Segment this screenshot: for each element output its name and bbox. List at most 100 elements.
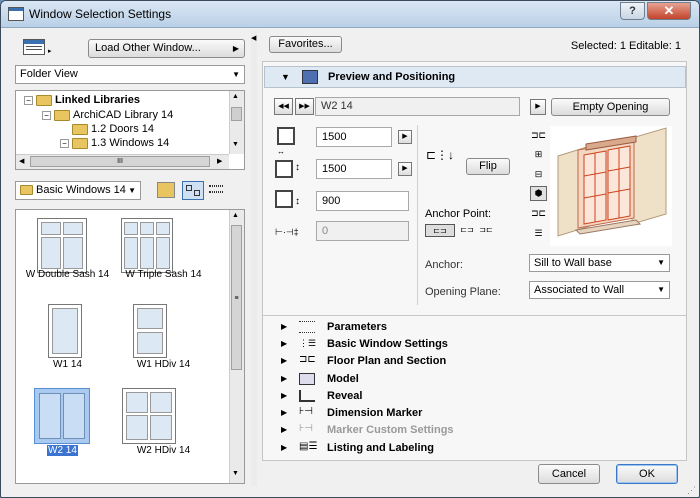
width-input[interactable]: 1500: [316, 127, 392, 147]
window-3d-preview-image: [557, 127, 667, 237]
view-side-icon[interactable]: ⊐⊏: [530, 206, 547, 221]
preview-section-header[interactable]: ▼ Preview and Positioning: [264, 66, 686, 88]
window-preview-image: [34, 388, 90, 444]
expand-arrow-icon[interactable]: ▶: [281, 440, 287, 456]
help-button[interactable]: ?: [620, 2, 645, 20]
list-view-icon[interactable]: [207, 182, 225, 199]
section-label: Basic Window Settings: [327, 338, 448, 350]
scroll-thumb[interactable]: ≡: [231, 225, 242, 370]
section-parameters[interactable]: ▶ Parameters: [263, 319, 687, 335]
section-marker-custom-settings[interactable]: ▶ ⊦⊣ Marker Custom Settings: [263, 422, 687, 438]
height-input[interactable]: 1500: [316, 159, 392, 179]
next-item-button[interactable]: ▶▶: [295, 98, 314, 115]
opening-plane-select[interactable]: Associated to Wall ▼: [529, 281, 670, 299]
ok-button[interactable]: OK: [616, 464, 678, 484]
thumbnail-item[interactable]: W Triple Sash 14: [116, 214, 211, 294]
tree-item[interactable]: − ArchiCAD Library 14: [42, 108, 173, 122]
tree-vertical-scrollbar[interactable]: ▲ ▼: [229, 91, 244, 154]
collapse-icon[interactable]: −: [60, 138, 69, 148]
view-elevation-icon[interactable]: ⊟: [530, 167, 547, 182]
section-dimension-marker[interactable]: ▶ ⊦⊣ Dimension Marker: [263, 405, 687, 421]
collapse-arrow-icon[interactable]: ▼: [281, 72, 290, 82]
scroll-left-icon[interactable]: ◀: [19, 157, 24, 165]
section-label: Dimension Marker: [327, 407, 423, 419]
chevron-down-icon: ▼: [657, 285, 665, 294]
app-icon: [8, 7, 24, 21]
empty-opening-button[interactable]: Empty Opening: [551, 98, 670, 116]
section-listing-labeling[interactable]: ▶ ▤☰ Listing and Labeling: [263, 440, 687, 456]
scroll-down-icon[interactable]: ▼: [232, 141, 239, 148]
favorites-button[interactable]: Favorites...: [269, 36, 342, 53]
thumbnail-view-icon[interactable]: [182, 181, 204, 200]
opening-plane-value: Associated to Wall: [534, 284, 625, 296]
thumbnail-scrollbar[interactable]: ▲ ≡ ▼: [229, 210, 244, 483]
width-icon: ↔: [275, 125, 299, 156]
expand-arrow-icon[interactable]: ▶: [281, 422, 287, 438]
scroll-down-icon[interactable]: ▼: [232, 470, 239, 477]
collapse-panel-icon[interactable]: ◀: [251, 34, 256, 42]
height-link-icon[interactable]: ▶: [398, 162, 412, 176]
thumbnail-item-selected[interactable]: W2 14: [20, 386, 115, 466]
previous-item-button[interactable]: ◀◀: [274, 98, 293, 115]
window-preview-image: [37, 218, 87, 273]
close-button[interactable]: ✕: [647, 2, 691, 20]
collapse-icon[interactable]: −: [42, 110, 51, 120]
window-title: Window Selection Settings: [29, 7, 172, 21]
panel-splitter[interactable]: ◀: [251, 31, 257, 486]
thumbnail-item[interactable]: W Double Sash 14: [20, 214, 115, 294]
scroll-thumb[interactable]: III: [30, 156, 210, 167]
folder-view-select[interactable]: Folder View ▼: [15, 65, 245, 84]
view-3d-icon[interactable]: ⬢: [530, 186, 547, 201]
window-preview-image: [48, 304, 82, 358]
scroll-up-icon[interactable]: ▲: [232, 212, 239, 219]
section-reveal[interactable]: ▶ Reveal: [263, 388, 687, 404]
tree-horizontal-scrollbar[interactable]: ◀ III ▶: [16, 154, 229, 169]
width-link-icon[interactable]: ▶: [398, 130, 412, 144]
flip-button[interactable]: Flip: [466, 158, 510, 175]
expand-arrow-icon[interactable]: ▶: [281, 353, 287, 369]
folder-up-icon[interactable]: [157, 182, 175, 198]
thumbnail-list[interactable]: W Double Sash 14 W Triple Sash 14 W1 14: [15, 209, 245, 484]
window-preview-image: [122, 388, 176, 444]
section-basic-window-settings[interactable]: ▶ ⋮☰ Basic Window Settings: [263, 336, 687, 352]
thumbnail-item[interactable]: W1 14: [20, 302, 115, 382]
basic-settings-icon: ⋮☰: [299, 338, 317, 348]
expand-arrow-icon[interactable]: ▶: [281, 405, 287, 421]
resize-grip-icon[interactable]: ⋰: [687, 485, 696, 496]
view-mode-icon[interactable]: [23, 39, 45, 55]
section-model[interactable]: ▶ Model: [263, 371, 687, 387]
view-section-icon[interactable]: ⊞: [530, 147, 547, 162]
scroll-thumb[interactable]: [231, 107, 242, 121]
tree-item[interactable]: − 1.3 Windows 14: [60, 136, 169, 150]
tree-item[interactable]: +1.2 Doors 14: [60, 122, 154, 136]
floor-plan-icon: ⊐⊏: [299, 354, 316, 365]
expand-arrow-icon[interactable]: ▶: [281, 388, 287, 404]
anchor-select[interactable]: Sill to Wall base ▼: [529, 254, 670, 272]
thumbnail-label: W Double Sash 14: [25, 269, 110, 280]
anchor-center-icon[interactable]: ⊏⊐: [459, 224, 475, 237]
object-menu-icon[interactable]: ▶: [530, 99, 546, 115]
view-mode-chevron-icon[interactable]: ▸: [48, 47, 52, 55]
folder-select[interactable]: Basic Windows 14 ▼: [15, 181, 141, 200]
view-plan-icon[interactable]: ⊐⊏: [530, 128, 547, 143]
thumbnail-item[interactable]: W1 HDiv 14: [116, 302, 211, 382]
selection-status: Selected: 1 Editable: 1: [570, 40, 681, 52]
collapse-icon[interactable]: −: [24, 95, 33, 105]
scroll-right-icon[interactable]: ▶: [217, 157, 222, 165]
load-other-window-button[interactable]: Load Other Window... ▶: [88, 39, 245, 58]
thumbnail-item[interactable]: W2 HDiv 14: [116, 386, 211, 466]
preview-section-icon: [302, 70, 318, 84]
tree-item[interactable]: − Linked Libraries: [24, 93, 140, 107]
expand-arrow-icon[interactable]: ▶: [281, 371, 287, 387]
cancel-button[interactable]: Cancel: [538, 464, 600, 484]
anchor-right-icon[interactable]: ⊐⊏: [478, 224, 494, 237]
section-floor-plan[interactable]: ▶ ⊐⊏ Floor Plan and Section: [263, 353, 687, 369]
anchor-left-icon[interactable]: ⊏⊐: [425, 224, 455, 237]
scroll-up-icon[interactable]: ▲: [232, 93, 239, 100]
expand-arrow-icon[interactable]: ▶: [281, 319, 287, 335]
expand-arrow-icon[interactable]: ▶: [281, 336, 287, 352]
library-tree[interactable]: −Linked Libraries −ArchiCAD Library 14 +…: [15, 90, 245, 170]
sill-input[interactable]: 900: [316, 191, 409, 211]
view-list-icon[interactable]: ☰: [530, 226, 547, 241]
thumbnail-label: W1 14: [53, 359, 82, 370]
